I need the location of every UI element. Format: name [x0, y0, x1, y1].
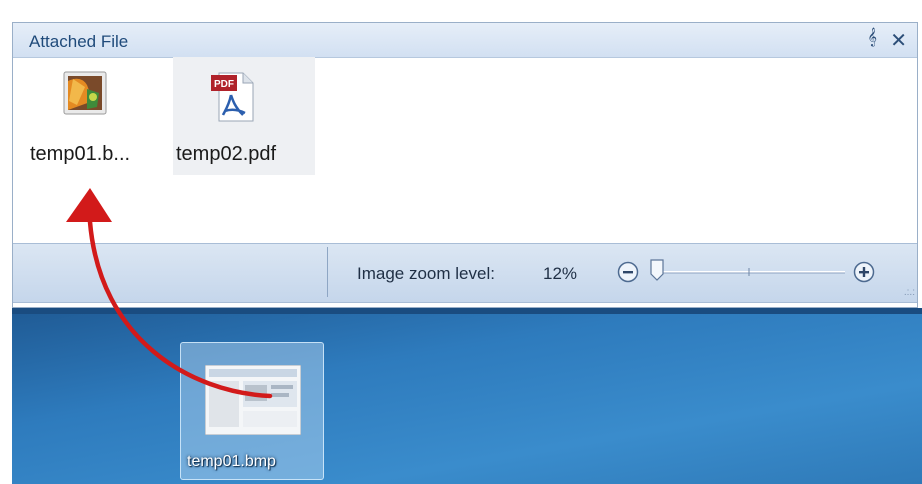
desktop-file-temp01[interactable]: temp01.bmp: [180, 342, 324, 480]
zoom-in-icon[interactable]: [853, 261, 875, 283]
close-icon[interactable]: ✕: [890, 28, 907, 53]
file-list: temp01.b... PDF temp02.pdf: [13, 57, 917, 243]
bitmap-image-icon: [63, 71, 107, 115]
zoom-level-label: Image zoom level:: [357, 264, 495, 283]
zoom-level-value: 12%: [543, 264, 578, 283]
pdf-badge-text: PDF: [214, 79, 234, 90]
file-item-temp02[interactable]: PDF temp02.pdf: [173, 57, 315, 175]
bitmap-thumbnail-icon: [205, 365, 301, 435]
desktop-file-label: temp01.bmp: [187, 453, 276, 470]
panel-title: Attached File: [29, 32, 129, 51]
zoom-slider[interactable]: [649, 258, 849, 286]
file-item-temp01[interactable]: temp01.b...: [27, 57, 167, 175]
file-label: temp01.b...: [30, 143, 131, 165]
attached-file-panel: Attached File 𝄞 ✕ temp01.b... PDF temp02…: [12, 22, 918, 308]
zoom-slider-thumb[interactable]: [650, 259, 664, 281]
resize-grip-icon[interactable]: .:.:: [904, 287, 915, 298]
file-label: temp02.pdf: [176, 143, 277, 165]
status-bar: Image zoom level: 12% .:.:: [13, 243, 917, 303]
zoom-out-icon[interactable]: [617, 261, 639, 283]
panel-titlebar: Attached File 𝄞 ✕: [13, 23, 917, 58]
desktop-edge: [12, 308, 922, 314]
pin-icon[interactable]: 𝄞: [868, 29, 877, 47]
status-divider: [327, 247, 328, 297]
desktop-area: temp01.bmp: [12, 308, 922, 484]
pdf-file-icon: PDF: [211, 72, 254, 122]
